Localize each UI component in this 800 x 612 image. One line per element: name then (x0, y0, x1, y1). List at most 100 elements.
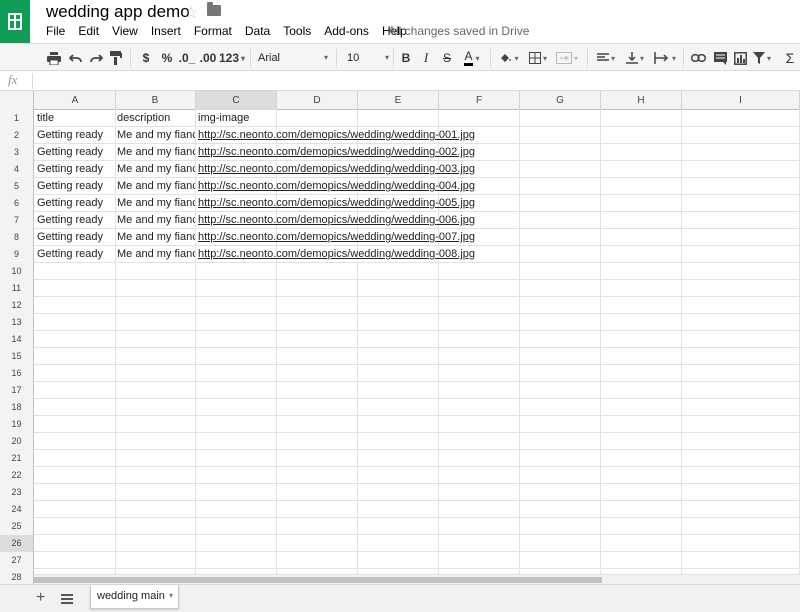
menu-data[interactable]: Data (245, 23, 270, 39)
cell-c6[interactable]: http://sc.neonto.com/demopics/wedding/we… (196, 195, 475, 212)
cell-a2[interactable]: Getting ready (35, 127, 116, 144)
paint-format-icon[interactable] (108, 49, 124, 67)
cell-c5[interactable]: http://sc.neonto.com/demopics/wedding/we… (196, 178, 475, 195)
cell-e18[interactable] (358, 399, 439, 416)
cell-h3[interactable] (601, 144, 682, 161)
cell-f12[interactable] (439, 297, 520, 314)
cell-g1[interactable] (520, 110, 601, 127)
cell-a26[interactable] (35, 535, 116, 552)
cell-g2[interactable] (520, 127, 601, 144)
cell-a10[interactable] (35, 263, 116, 280)
cell-c11[interactable] (196, 280, 277, 297)
print-icon[interactable] (46, 49, 62, 67)
cell-i14[interactable] (682, 331, 800, 348)
cell-g4[interactable] (520, 161, 601, 178)
cell-c26[interactable] (196, 535, 277, 552)
cell-b22[interactable] (115, 467, 196, 484)
cell-h20[interactable] (601, 433, 682, 450)
cell-b11[interactable] (115, 280, 196, 297)
row-header[interactable]: 5 (0, 178, 34, 195)
column-header-d[interactable]: D (277, 91, 358, 110)
cell-e10[interactable] (358, 263, 439, 280)
decrease-decimals-button[interactable]: .0_ (178, 49, 196, 67)
row-header[interactable]: 27 (0, 552, 34, 569)
cell-h15[interactable] (601, 348, 682, 365)
cell-i4[interactable] (682, 161, 800, 178)
row-header[interactable]: 1 (0, 110, 34, 127)
formula-input[interactable] (36, 71, 800, 91)
cell-h8[interactable] (601, 229, 682, 246)
cell-h25[interactable] (601, 518, 682, 535)
cell-h1[interactable] (601, 110, 682, 127)
cell-d21[interactable] (277, 450, 358, 467)
cell-d15[interactable] (277, 348, 358, 365)
cell-a7[interactable]: Getting ready (35, 212, 116, 229)
cell-g13[interactable] (520, 314, 601, 331)
cell-e16[interactable] (358, 365, 439, 382)
cell-b19[interactable] (115, 416, 196, 433)
insert-comment-icon[interactable] (711, 49, 729, 67)
cell-c20[interactable] (196, 433, 277, 450)
cell-f19[interactable] (439, 416, 520, 433)
cell-e12[interactable] (358, 297, 439, 314)
cell-i25[interactable] (682, 518, 800, 535)
cell-b10[interactable] (115, 263, 196, 280)
cell-b3[interactable]: Me and my fianc (115, 144, 196, 161)
italic-button[interactable]: I (419, 49, 433, 67)
cell-a12[interactable] (35, 297, 116, 314)
cell-i1[interactable] (682, 110, 800, 127)
text-color-button[interactable]: A ▾ (459, 49, 485, 67)
menu-view[interactable]: View (112, 23, 138, 39)
cell-h11[interactable] (601, 280, 682, 297)
cell-g12[interactable] (520, 297, 601, 314)
cell-d26[interactable] (277, 535, 358, 552)
image-url-link[interactable]: http://sc.neonto.com/demopics/wedding/we… (198, 146, 475, 158)
cell-a23[interactable] (35, 484, 116, 501)
cell-i6[interactable] (682, 195, 800, 212)
column-header-a[interactable]: A (35, 91, 116, 110)
cell-a21[interactable] (35, 450, 116, 467)
cell-b26[interactable] (115, 535, 196, 552)
cell-h16[interactable] (601, 365, 682, 382)
cell-d20[interactable] (277, 433, 358, 450)
cell-g18[interactable] (520, 399, 601, 416)
cell-e25[interactable] (358, 518, 439, 535)
vertical-align-icon[interactable]: ▾ (622, 49, 648, 67)
cell-i9[interactable] (682, 246, 800, 263)
cell-b8[interactable]: Me and my fianc (115, 229, 196, 246)
menu-format[interactable]: Format (194, 23, 232, 39)
cell-i19[interactable] (682, 416, 800, 433)
cell-b24[interactable] (115, 501, 196, 518)
cell-c10[interactable] (196, 263, 277, 280)
cell-f21[interactable] (439, 450, 520, 467)
cell-e20[interactable] (358, 433, 439, 450)
cell-f16[interactable] (439, 365, 520, 382)
image-url-link[interactable]: http://sc.neonto.com/demopics/wedding/we… (198, 129, 475, 141)
row-header[interactable]: 18 (0, 399, 34, 416)
cell-d1[interactable] (277, 110, 358, 127)
insert-chart-icon[interactable] (731, 49, 749, 67)
cell-c18[interactable] (196, 399, 277, 416)
cell-g19[interactable] (520, 416, 601, 433)
cell-h24[interactable] (601, 501, 682, 518)
cell-d27[interactable] (277, 552, 358, 569)
cell-g21[interactable] (520, 450, 601, 467)
cell-h18[interactable] (601, 399, 682, 416)
cell-a1[interactable]: title (35, 110, 116, 127)
menu-edit[interactable]: Edit (78, 23, 99, 39)
cell-c25[interactable] (196, 518, 277, 535)
cell-g10[interactable] (520, 263, 601, 280)
cell-i24[interactable] (682, 501, 800, 518)
cell-b23[interactable] (115, 484, 196, 501)
cell-g24[interactable] (520, 501, 601, 518)
cell-c1[interactable]: img-image (196, 110, 277, 127)
cell-i3[interactable] (682, 144, 800, 161)
cell-b13[interactable] (115, 314, 196, 331)
horizontal-align-icon[interactable]: ▾ (593, 49, 619, 67)
cell-i22[interactable] (682, 467, 800, 484)
cell-i20[interactable] (682, 433, 800, 450)
cell-c12[interactable] (196, 297, 277, 314)
row-header[interactable]: 9 (0, 246, 34, 263)
cell-g26[interactable] (520, 535, 601, 552)
cell-g11[interactable] (520, 280, 601, 297)
